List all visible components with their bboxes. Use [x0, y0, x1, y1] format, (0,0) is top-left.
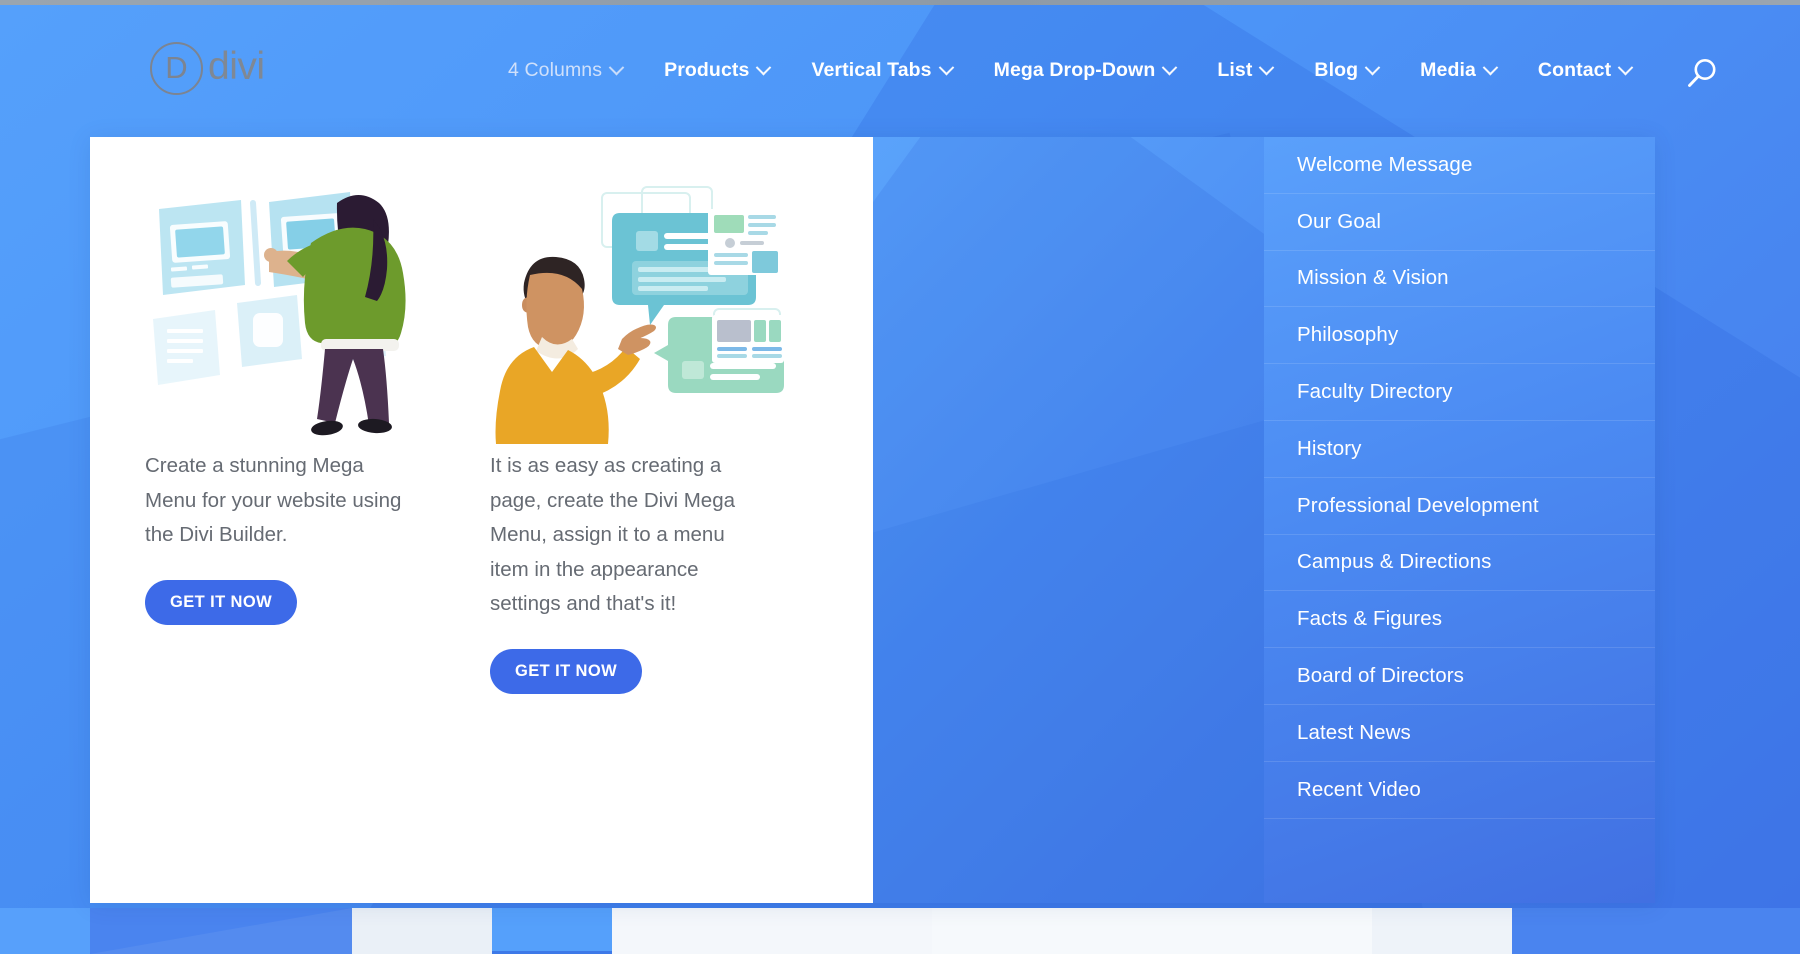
mega-column-1: Create a stunning Mega Menu for your web… [145, 179, 490, 694]
sidebar-item-board-of-directors[interactable]: Board of Directors [1264, 648, 1655, 705]
nav-item-label: Contact [1537, 59, 1612, 81]
mega-column-2-text: It is as easy as creating a page, create… [490, 454, 735, 615]
sidebar-item-welcome-message[interactable]: Welcome Message [1264, 137, 1655, 194]
sidebar-item-philosophy[interactable]: Philosophy [1264, 307, 1655, 365]
nav-item-list[interactable]: List [1196, 59, 1293, 82]
sidebar-item-label: Philosophy [1297, 323, 1399, 347]
search-icon[interactable] [1680, 54, 1722, 96]
chevron-down-icon [608, 59, 625, 76]
content-block-4 [612, 908, 932, 954]
sidebar-item-label: Latest News [1297, 720, 1411, 744]
content-block-1-diagonal [90, 908, 352, 954]
chevron-down-icon [756, 59, 772, 76]
get-it-now-button-2[interactable]: GET IT NOW [490, 648, 643, 694]
nav-item-label: Products [664, 59, 750, 81]
page-left-blue-strip [0, 908, 90, 954]
sidebar-item-facts-figures[interactable]: Facts & Figures [1264, 591, 1655, 649]
chevron-down-icon [1364, 59, 1381, 76]
sidebar-item-history[interactable]: History [1264, 421, 1655, 478]
sidebar-item-our-goal[interactable]: Our Goal [1264, 194, 1655, 251]
nav-item-label: List [1217, 59, 1253, 81]
mega-column-1-text: Create a stunning Mega Menu for your web… [145, 454, 402, 546]
chevron-down-icon [1617, 59, 1634, 76]
nav-item-label: Vertical Tabs [811, 59, 932, 81]
sidebar-item-label: Board of Directors [1297, 664, 1465, 688]
nav-item-mega-drop-down[interactable]: Mega Drop-Down [973, 59, 1197, 82]
nav-item-label: Mega Drop-Down [993, 59, 1156, 81]
chevron-down-icon [1259, 59, 1275, 76]
mega-columns: Create a stunning Mega Menu for your web… [90, 179, 873, 694]
mega-blue-area: Welcome Message Our Goal Mission & Visio… [873, 137, 1655, 903]
mega-dropdown-panel: Create a stunning Mega Menu for your web… [90, 137, 1655, 903]
nav-item-label: 4 Columns [508, 59, 603, 81]
sidebar-item-label: Faculty Directory [1297, 380, 1453, 404]
page-content-below-fold [0, 908, 1800, 954]
nav-item-label: Blog [1314, 59, 1359, 81]
content-block-1 [90, 908, 352, 954]
sidebar-item-label: Our Goal [1297, 209, 1381, 233]
divi-mega-menu-page: D divi 4 Columns Products Vertical Tabs … [0, 0, 1800, 954]
nav-item-media[interactable]: Media [1399, 59, 1517, 82]
primary-navigation: 4 Columns Products Vertical Tabs Mega Dr… [487, 4, 1652, 137]
content-block-5 [932, 908, 1372, 954]
logo-wordmark: divi [208, 44, 265, 88]
sidebar-item-campus-directions[interactable]: Campus & Directions [1264, 535, 1655, 592]
sidebar-item-label: Welcome Message [1297, 152, 1473, 176]
nav-item-4-columns[interactable]: 4 Columns [487, 59, 643, 82]
nav-item-vertical-tabs[interactable]: Vertical Tabs [790, 59, 972, 82]
nav-item-contact[interactable]: Contact [1517, 59, 1652, 82]
chevron-down-icon [938, 59, 954, 76]
content-block-6 [1372, 908, 1512, 954]
sidebar-item-latest-news[interactable]: Latest News [1264, 705, 1655, 762]
sidebar-item-professional-development[interactable]: Professional Development [1264, 478, 1655, 535]
logo-circle-icon: D [150, 41, 203, 95]
mega-column-2: It is as easy as creating a page, create… [490, 179, 835, 694]
sidebar-item-label: Facts & Figures [1297, 607, 1443, 631]
sidebar-item-label: Professional Development [1297, 493, 1539, 517]
sidebar-item-label: Recent Video [1297, 777, 1421, 801]
sidebar-item-mission-vision[interactable]: Mission & Vision [1264, 251, 1655, 308]
woman-pointing-at-ui-panels-illustration [145, 179, 490, 444]
nav-item-label: Media [1420, 59, 1476, 81]
content-block-3-highlight[interactable] [492, 908, 612, 954]
site-header: D divi 4 Columns Products Vertical Tabs … [0, 4, 1800, 137]
content-block-2 [352, 908, 492, 954]
content-block-7 [1512, 908, 1800, 954]
man-pointing-at-chat-cards-illustration [490, 179, 835, 444]
sidebar-item-faculty-directory[interactable]: Faculty Directory [1264, 364, 1655, 421]
chevron-down-icon [1482, 59, 1499, 76]
nav-item-products[interactable]: Products [643, 59, 790, 82]
sidebar-item-recent-video[interactable]: Recent Video [1264, 762, 1655, 819]
mega-sidebar-list: Welcome Message Our Goal Mission & Visio… [1264, 137, 1655, 903]
nav-item-blog[interactable]: Blog [1293, 59, 1399, 82]
sidebar-item-label: Mission & Vision [1297, 266, 1449, 290]
mega-content-white-area: Create a stunning Mega Menu for your web… [90, 137, 873, 903]
site-logo[interactable]: D divi [150, 36, 265, 100]
sidebar-item-label: Campus & Directions [1297, 550, 1492, 574]
browser-top-strip [0, 0, 1800, 5]
chevron-down-icon [1162, 59, 1178, 76]
get-it-now-button-1[interactable]: GET IT NOW [145, 579, 298, 625]
sidebar-item-label: History [1297, 436, 1362, 460]
